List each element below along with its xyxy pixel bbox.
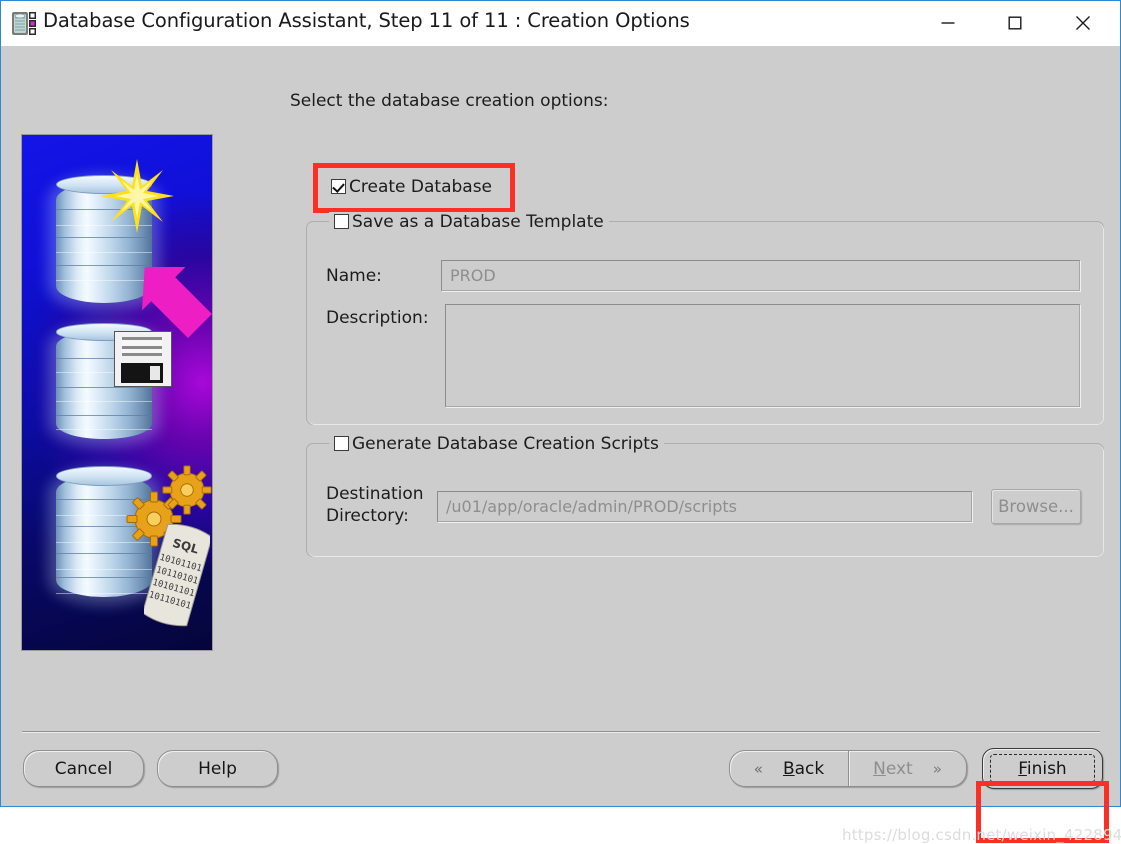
checkbox-unchecked-icon[interactable] — [334, 436, 349, 451]
footer-separator — [22, 731, 1100, 732]
banner-illustration: SQL 10101101 10110101 10101101 10110101 — [21, 134, 213, 651]
browse-button[interactable]: Browse... — [991, 489, 1081, 524]
database-app-icon — [12, 11, 37, 36]
chevron-right-icon: » — [932, 759, 942, 778]
checkbox-checked-icon[interactable] — [331, 179, 346, 194]
close-button[interactable] — [1056, 1, 1109, 45]
watermark-text: https://blog.csdn.net/weixin_42289413 — [842, 826, 1121, 844]
create-database-checkbox[interactable]: Create Database — [331, 177, 492, 197]
destination-directory-label-line1: Destination — [326, 484, 424, 504]
star-burst-icon — [100, 159, 174, 233]
cancel-button[interactable]: Cancel — [23, 750, 144, 787]
save-as-template-label: Save as a Database Template — [352, 212, 604, 232]
dialog-window: Database Configuration Assistant, Step 1… — [0, 0, 1121, 844]
maximize-button[interactable] — [988, 1, 1041, 45]
dialog-content: SQL 10101101 10110101 10101101 10110101 … — [2, 46, 1121, 844]
destination-directory-label-line2: Directory: — [326, 506, 409, 526]
description-label: Description: — [326, 308, 429, 328]
help-button[interactable]: Help — [157, 750, 278, 787]
minimize-button[interactable] — [921, 1, 974, 45]
generate-scripts-label: Generate Database Creation Scripts — [352, 434, 659, 454]
back-button[interactable]: « Back — [729, 750, 848, 787]
next-button-label: Next — [873, 758, 913, 779]
title-bar: Database Configuration Assistant, Step 1… — [1, 1, 1120, 47]
name-label: Name: — [326, 266, 382, 286]
finish-button-label: Finish — [1018, 758, 1067, 779]
checkbox-unchecked-icon[interactable] — [334, 214, 349, 229]
destination-directory-input[interactable]: /u01/app/oracle/admin/PROD/scripts — [437, 491, 972, 522]
gear-icon-small — [162, 465, 212, 515]
chevron-left-icon: « — [753, 759, 763, 778]
finish-button[interactable]: Finish — [982, 748, 1103, 789]
template-description-input[interactable] — [445, 304, 1080, 407]
save-as-template-checkbox[interactable]: Save as a Database Template — [329, 212, 609, 232]
generate-scripts-checkbox[interactable]: Generate Database Creation Scripts — [329, 434, 664, 454]
template-name-input[interactable]: PROD — [441, 260, 1080, 291]
next-button[interactable]: Next » — [848, 750, 967, 787]
sql-script-scroll-icon: SQL 10101101 10110101 10101101 10110101 — [141, 523, 212, 629]
minimize-icon — [941, 22, 954, 24]
page-title: Select the database creation options: — [290, 91, 609, 111]
window-title: Database Configuration Assistant, Step 1… — [43, 9, 690, 32]
close-icon — [1075, 16, 1090, 30]
floppy-disk-icon — [114, 331, 172, 387]
create-database-label: Create Database — [349, 177, 493, 197]
maximize-icon — [1008, 16, 1021, 30]
back-button-label: Back — [782, 758, 825, 779]
